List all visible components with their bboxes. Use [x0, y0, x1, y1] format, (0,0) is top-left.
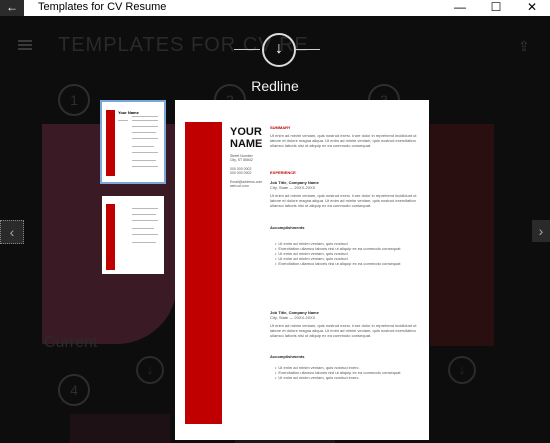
background-template-card[interactable] [430, 124, 494, 346]
resume-name-line2: NAME [230, 138, 263, 150]
background-download-icon[interactable]: ↓ [136, 356, 164, 384]
thumbnail-line [132, 160, 156, 161]
share-icon[interactable]: ⇪ [518, 38, 536, 54]
resume-name: YOUR NAME [230, 126, 262, 150]
experience-heading: EXPERIENCE [270, 170, 296, 175]
resume-contact: Email@address.com web.url.com [230, 180, 262, 188]
next-arrow-button[interactable]: › [532, 220, 550, 242]
template-name: Redline [251, 78, 299, 94]
thumbnail-line [132, 166, 158, 167]
thumbnail-name: Your Name [118, 110, 139, 115]
thumbnail-line [132, 116, 158, 117]
accomplishments-list: Ut enim ad minim veniam, quis nostrud ex… [278, 365, 420, 380]
accomplishments-list: Ut enim ad minim veniam, quis nostrud Ex… [278, 241, 420, 266]
job-description: Ut enim ad minim veniam, quis nostrud ex… [270, 193, 417, 208]
divider-line [296, 49, 320, 50]
thumbnail-line [132, 214, 156, 215]
list-item: Ut enim ad minim veniam, quis nostrud ex… [278, 375, 420, 380]
page-thumbnail-1[interactable]: Your Name [100, 100, 166, 184]
background-download-icon[interactable]: ↓ [448, 356, 476, 384]
resume-city: City, ST 85842 [230, 158, 253, 162]
list-item: Exercitation ullamco laboris nisi ut ali… [278, 261, 420, 266]
job-description: Ut enim ad minim veniam, quis nostrud ex… [270, 323, 417, 338]
thumbnail-line [132, 208, 158, 209]
thumbnail-line [118, 120, 128, 121]
resume-red-bar [185, 122, 222, 424]
resume-phone: 000 000 0002 [230, 171, 252, 175]
hamburger-menu-icon[interactable] [18, 40, 32, 50]
maximize-button[interactable]: ☐ [478, 0, 514, 16]
thumbnail-line [132, 220, 158, 221]
summary-text: Ut enim ad minim veniam, quis nostrud ex… [270, 133, 417, 148]
thumbnail-line [132, 126, 158, 127]
page-thumbnail-2[interactable] [102, 196, 164, 274]
close-button[interactable]: ✕ [514, 0, 550, 16]
thumbnail-line [132, 120, 158, 121]
background-template-card[interactable] [70, 414, 170, 443]
resume-website: web.url.com [230, 184, 249, 188]
minimize-button[interactable]: — [442, 0, 478, 16]
accomplishments-heading: Accomplishments [270, 354, 305, 359]
back-button[interactable]: ← [0, 0, 24, 16]
thumbnail-line [132, 234, 158, 235]
template-number-badge: 4 [58, 374, 90, 406]
job-dates: City, State — 20XX-20XX [270, 315, 316, 320]
resume-phones: 000 000 0002 000 000 0002 [230, 167, 251, 175]
thumbnail-red-bar [106, 110, 115, 176]
window-title: Templates for CV Resume [38, 1, 167, 13]
accomplishments-heading: Accomplishments [270, 225, 305, 230]
thumbnail-line [132, 138, 158, 139]
resume-preview[interactable]: YOUR NAME Street Number City, ST 85842 0… [175, 100, 429, 440]
window-titlebar: ← Templates for CV Resume — ☐ ✕ [0, 0, 550, 16]
summary-heading: SUMMARY [270, 125, 291, 130]
divider-line [234, 49, 260, 50]
thumbnail-line [132, 132, 156, 133]
thumbnail-line [132, 146, 154, 147]
thumbnail-red-bar [106, 204, 115, 270]
thumbnail-line [132, 228, 154, 229]
app-area: TEMPLATES FOR CV RE ⇪ 1 2 3 4 Current ↓ … [0, 16, 550, 443]
resume-address: Street Number City, ST 85842 [230, 154, 253, 162]
resume-name-line1: YOUR [230, 126, 262, 138]
thumbnail-line [132, 152, 158, 153]
download-icon[interactable]: ↓ [262, 33, 296, 67]
job-dates: City, State — 20XX-20XX [270, 185, 316, 190]
previous-arrow-button[interactable]: ‹ [0, 220, 24, 244]
thumbnail-line [132, 242, 156, 243]
current-label: Current [44, 334, 98, 351]
